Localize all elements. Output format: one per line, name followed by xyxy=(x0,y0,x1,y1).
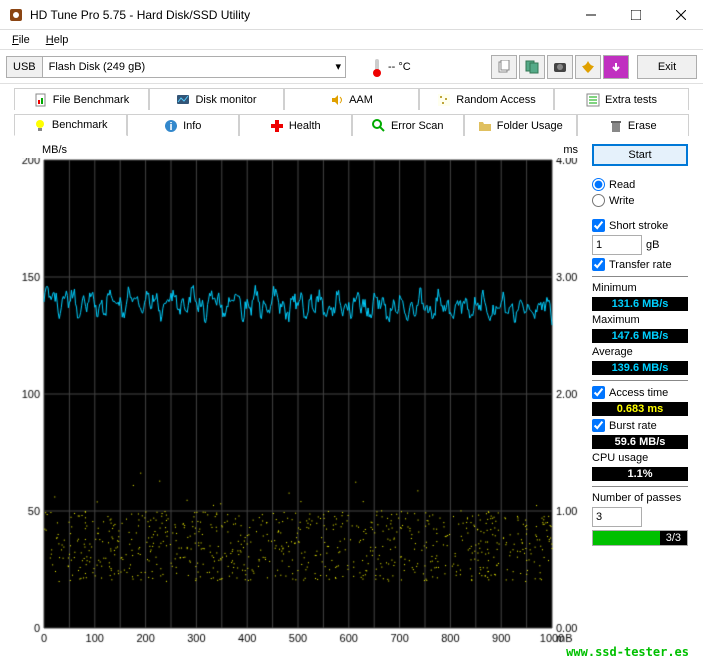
toolbar: USB Flash Disk (249 gB) ▾ -- °C Exit xyxy=(0,50,703,84)
short-stroke-input[interactable] xyxy=(592,235,642,255)
tab-info[interactable]: iInfo xyxy=(127,114,240,136)
save-screenshot-button[interactable] xyxy=(547,55,573,79)
random-icon xyxy=(437,93,451,107)
app-icon xyxy=(8,7,24,23)
minimize-button[interactable] xyxy=(568,0,613,29)
options-button[interactable] xyxy=(575,55,601,79)
svg-text:i: i xyxy=(170,121,173,133)
bulb-icon xyxy=(33,118,47,132)
tab-health[interactable]: Health xyxy=(239,114,352,136)
folder-icon xyxy=(478,119,492,133)
tab-folder-usage[interactable]: Folder Usage xyxy=(464,114,577,136)
y-right-unit: ms xyxy=(563,144,578,156)
drive-type-label: USB xyxy=(7,57,43,77)
cpu-label: CPU usage xyxy=(592,452,688,464)
temp-value: -- °C xyxy=(388,61,411,73)
tab-disk-monitor[interactable]: Disk monitor xyxy=(149,88,284,110)
tab-aam[interactable]: AAM xyxy=(284,88,419,110)
file-icon xyxy=(34,93,48,107)
window-title: HD Tune Pro 5.75 - Hard Disk/SSD Utility xyxy=(30,8,568,22)
chevron-down-icon: ▾ xyxy=(331,60,345,73)
thermometer-icon xyxy=(370,57,384,77)
start-button[interactable]: Start xyxy=(592,144,688,166)
tabs-upper: File Benchmark Disk monitor AAM Random A… xyxy=(0,88,703,110)
titlebar: HD Tune Pro 5.75 - Hard Disk/SSD Utility xyxy=(0,0,703,30)
menu-help[interactable]: Help xyxy=(38,32,77,48)
menu-file[interactable]: File xyxy=(4,32,38,48)
chart-area: MB/s ms xyxy=(14,144,582,648)
max-label: Maximum xyxy=(592,314,688,326)
sidebar: Start Read Write Short stroke gB Transfe… xyxy=(592,144,688,648)
menubar: File Help xyxy=(0,30,703,50)
y-left-unit: MB/s xyxy=(42,144,67,156)
copy-screenshot-button[interactable] xyxy=(519,55,545,79)
tab-benchmark[interactable]: Benchmark xyxy=(14,114,127,136)
temperature: -- °C xyxy=(370,57,411,77)
tab-extra-tests[interactable]: Extra tests xyxy=(554,88,689,110)
cpu-value: 1.1% xyxy=(592,467,688,481)
speaker-icon xyxy=(330,93,344,107)
min-label: Minimum xyxy=(592,282,688,294)
avg-label: Average xyxy=(592,346,688,358)
watermark: www.ssd-tester.es xyxy=(566,645,689,659)
info-icon: i xyxy=(164,119,178,133)
burst-value: 59.6 MB/s xyxy=(592,435,688,449)
write-radio[interactable]: Write xyxy=(592,194,688,207)
tab-erase[interactable]: Erase xyxy=(577,114,690,136)
trash-icon xyxy=(609,119,623,133)
tab-random-access[interactable]: Random Access xyxy=(419,88,554,110)
transfer-rate-check[interactable]: Transfer rate xyxy=(592,258,688,271)
save-button[interactable] xyxy=(603,55,629,79)
min-value: 131.6 MB/s xyxy=(592,297,688,311)
progress-text: 3/3 xyxy=(660,531,687,545)
copy-info-button[interactable] xyxy=(491,55,517,79)
list-icon xyxy=(586,93,600,107)
tab-error-scan[interactable]: Error Scan xyxy=(352,114,465,136)
close-button[interactable] xyxy=(658,0,703,29)
tabs-lower: Benchmark iInfo Health Error Scan Folder… xyxy=(0,114,703,136)
avg-value: 139.6 MB/s xyxy=(592,361,688,375)
exit-button[interactable]: Exit xyxy=(637,55,697,79)
scan-icon xyxy=(372,119,386,133)
max-value: 147.6 MB/s xyxy=(592,329,688,343)
tab-file-benchmark[interactable]: File Benchmark xyxy=(14,88,149,110)
passes-label: Number of passes xyxy=(592,492,688,504)
read-radio[interactable]: Read xyxy=(592,178,688,191)
maximize-button[interactable] xyxy=(613,0,658,29)
burst-rate-check[interactable]: Burst rate xyxy=(592,419,688,432)
progress-bar: 3/3 xyxy=(592,530,688,546)
short-stroke-check[interactable]: Short stroke xyxy=(592,219,688,232)
drive-name: Flash Disk (249 gB) xyxy=(43,61,332,73)
passes-input[interactable] xyxy=(592,507,642,527)
monitor-icon xyxy=(176,93,190,107)
drive-select[interactable]: USB Flash Disk (249 gB) ▾ xyxy=(6,56,346,78)
access-value: 0.683 ms xyxy=(592,402,688,416)
access-time-check[interactable]: Access time xyxy=(592,386,688,399)
health-icon xyxy=(270,119,284,133)
benchmark-chart xyxy=(14,158,582,648)
